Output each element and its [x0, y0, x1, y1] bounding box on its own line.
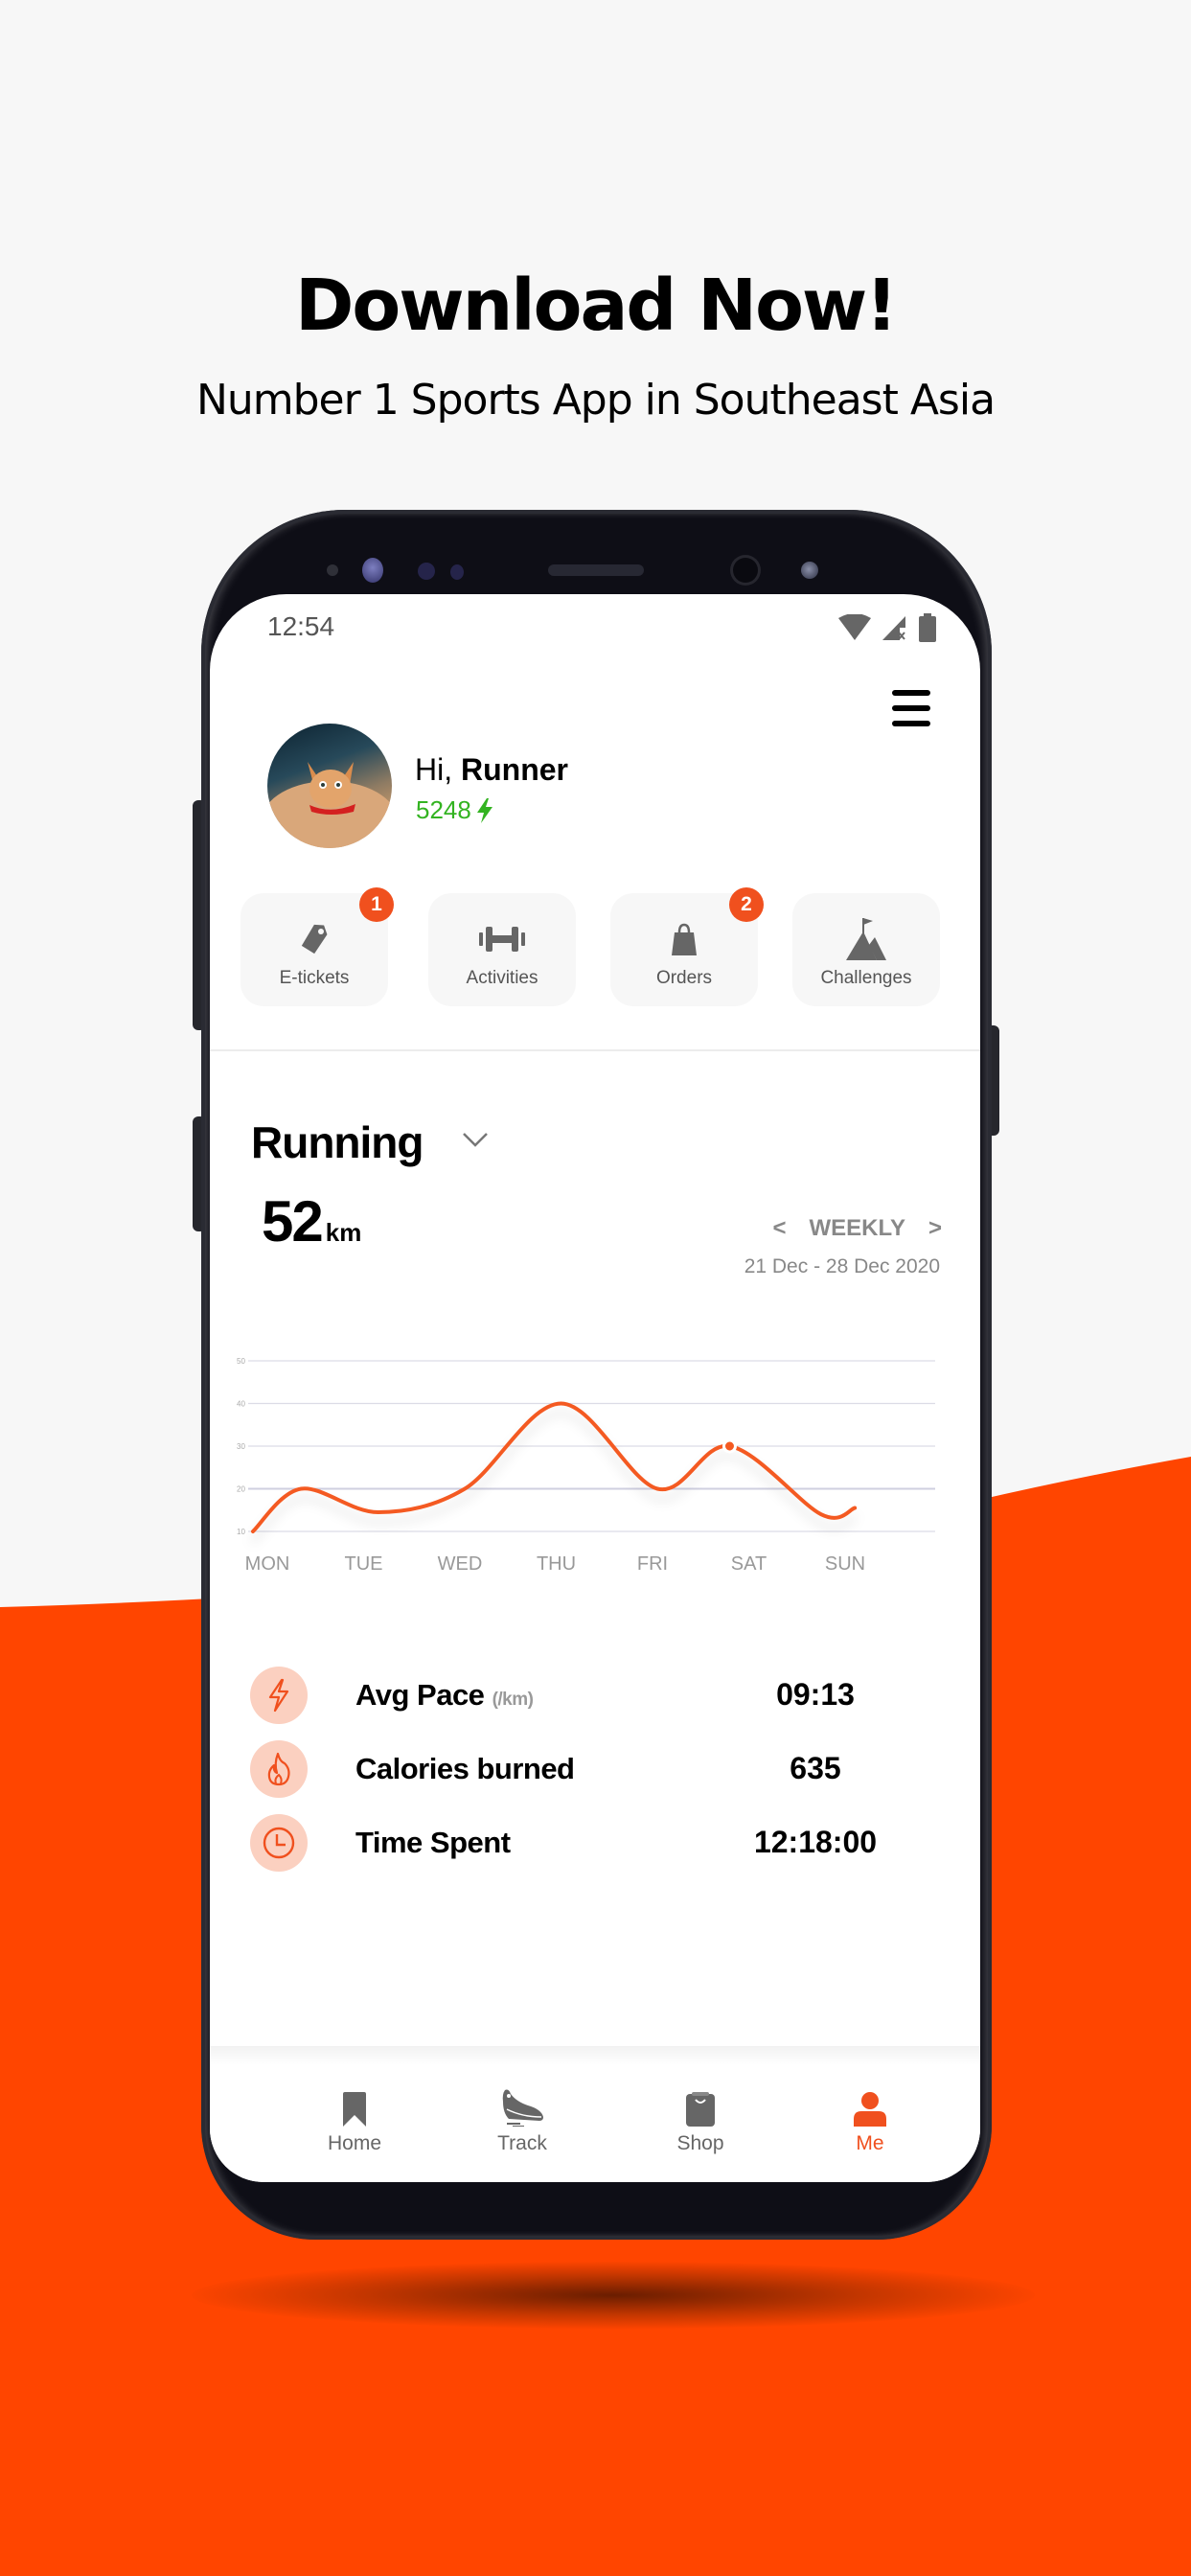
date-range: 21 Dec - 28 Dec 2020 [744, 1255, 940, 1277]
tab-home[interactable]: Home [297, 2084, 412, 2155]
x-tick-label: SUN [825, 1553, 865, 1572]
x-tick-label: WED [438, 1553, 483, 1572]
stat-icon-bg [250, 1739, 308, 1798]
bottom-tab-bar: Home Track Shop Me [210, 2065, 980, 2182]
running-shoe-icon [502, 2089, 543, 2127]
distance-line-chart: 10 20 30 40 50 MON TUE WED THU FRI SAT SUN [237, 1357, 935, 1572]
shopping-bag-icon [672, 923, 697, 955]
greeting: Hi, Runner [415, 752, 568, 788]
stat-label-text: Avg Pace [355, 1677, 485, 1712]
stat-unit: (/km) [492, 1689, 534, 1710]
distance-unit: km [325, 1218, 362, 1247]
battery-icon [919, 613, 936, 642]
clock-icon [263, 1827, 295, 1858]
front-camera [733, 558, 758, 583]
iris-camera [801, 562, 818, 579]
points-value: 5248 [416, 795, 471, 824]
stat-icon-bg [250, 1813, 308, 1872]
stat-label: Calories burned [355, 1751, 575, 1785]
x-tick-label: MON [245, 1553, 290, 1572]
tag-icon [301, 924, 328, 954]
notification-badge: 2 [729, 887, 764, 922]
tab-me[interactable]: Me [813, 2084, 928, 2155]
period-label[interactable]: WEEKLY [810, 1215, 905, 1242]
app-screen: 12:54 Hi, Runner 5248 E-tickets 1 Activi… [210, 594, 980, 2182]
wifi-icon [838, 614, 871, 640]
hamburger-menu-icon[interactable] [892, 690, 930, 726]
status-time: 12:54 [267, 611, 335, 641]
cellular-no-signal-icon [882, 616, 905, 640]
total-distance: 52 km [262, 1188, 361, 1254]
distance-value: 52 [262, 1189, 324, 1254]
tab-label: Shop [676, 2132, 724, 2154]
shopping-bag-icon [686, 2092, 715, 2127]
x-tick-label: FRI [637, 1553, 668, 1572]
light-sensor [418, 563, 435, 580]
stat-row-time-spent: Time Spent 12:18:00 [250, 1806, 940, 1879]
stat-value: 09:13 [776, 1677, 855, 1712]
tab-shop[interactable]: Shop [643, 2084, 758, 2155]
light-sensor-2 [450, 564, 464, 580]
quick-action-etickets[interactable]: E-tickets 1 [240, 887, 394, 1006]
avatar[interactable] [267, 724, 392, 848]
next-period-button[interactable]: > [928, 1215, 942, 1242]
lightning-icon [476, 797, 492, 823]
lightning-icon [268, 1678, 289, 1712]
quick-action-label: Activities [466, 968, 538, 988]
y-tick-label: 20 [237, 1485, 245, 1494]
stat-value: 12:18:00 [753, 1825, 878, 1859]
highlighted-data-point[interactable] [721, 1438, 737, 1454]
quick-action-challenges[interactable]: Challenges [792, 893, 940, 1006]
tab-track[interactable]: Track [465, 2084, 580, 2155]
promo-subtitle: Number 1 Sports App in Southeast Asia [195, 376, 996, 425]
status-icons [838, 613, 936, 642]
quick-action-orders[interactable]: Orders 2 [610, 887, 764, 1006]
proximity-sensor [327, 564, 338, 576]
cat-photo [267, 762, 392, 848]
stat-row-calories: Calories burned 635 [250, 1732, 940, 1806]
quick-actions: E-tickets 1 Activities Orders 2 Challeng… [240, 887, 950, 1008]
greeting-prefix: Hi, [415, 752, 453, 787]
quick-action-label: Challenges [820, 968, 912, 988]
mountain-flag-icon [846, 918, 886, 960]
stat-label: Avg Pace (/km) [355, 1677, 534, 1713]
tab-label: Me [856, 2132, 884, 2154]
stat-value: 635 [790, 1751, 841, 1785]
y-tick-label: 10 [237, 1528, 245, 1536]
phone-shadow [192, 2262, 1035, 2329]
section-divider [210, 1049, 980, 1051]
tabbar-shadow [210, 2046, 980, 2065]
y-tick-label: 30 [237, 1442, 245, 1451]
stat-label: Time Spent [355, 1825, 511, 1859]
y-tick-label: 50 [237, 1357, 245, 1366]
quick-action-activities[interactable]: Activities [428, 893, 576, 1006]
person-icon [854, 2092, 886, 2127]
period-selector: < WEEKLY > [773, 1215, 943, 1242]
tab-label: Home [327, 2132, 382, 2154]
stat-row-avg-pace: Avg Pace (/km) 09:13 [250, 1658, 940, 1732]
stat-icon-bg [250, 1666, 308, 1724]
quick-action-label: E-tickets [279, 968, 350, 988]
notification-badge: 1 [359, 887, 394, 922]
chevron-down-icon[interactable] [461, 1131, 490, 1148]
dumbbell-icon [479, 927, 525, 952]
previous-period-button[interactable]: < [773, 1215, 787, 1242]
bookmark-icon [343, 2092, 366, 2127]
flame-icon [267, 1752, 290, 1785]
x-tick-label: TUE [345, 1553, 383, 1572]
iris-sensor [362, 558, 383, 583]
x-tick-label: SAT [731, 1553, 767, 1572]
sport-title[interactable]: Running [251, 1116, 424, 1168]
tab-label: Track [497, 2132, 547, 2154]
x-tick-label: THU [537, 1553, 576, 1572]
quick-action-label: Orders [655, 968, 713, 988]
user-name: Runner [461, 752, 568, 787]
stats-list: Avg Pace (/km) 09:13 Calories burned 635… [250, 1658, 940, 1879]
earpiece-speaker [548, 564, 644, 576]
promo-title: Download Now! [294, 264, 898, 347]
series-line-distance [251, 1401, 858, 1533]
y-tick-label: 40 [237, 1400, 245, 1409]
points-balance[interactable]: 5248 [416, 795, 492, 825]
